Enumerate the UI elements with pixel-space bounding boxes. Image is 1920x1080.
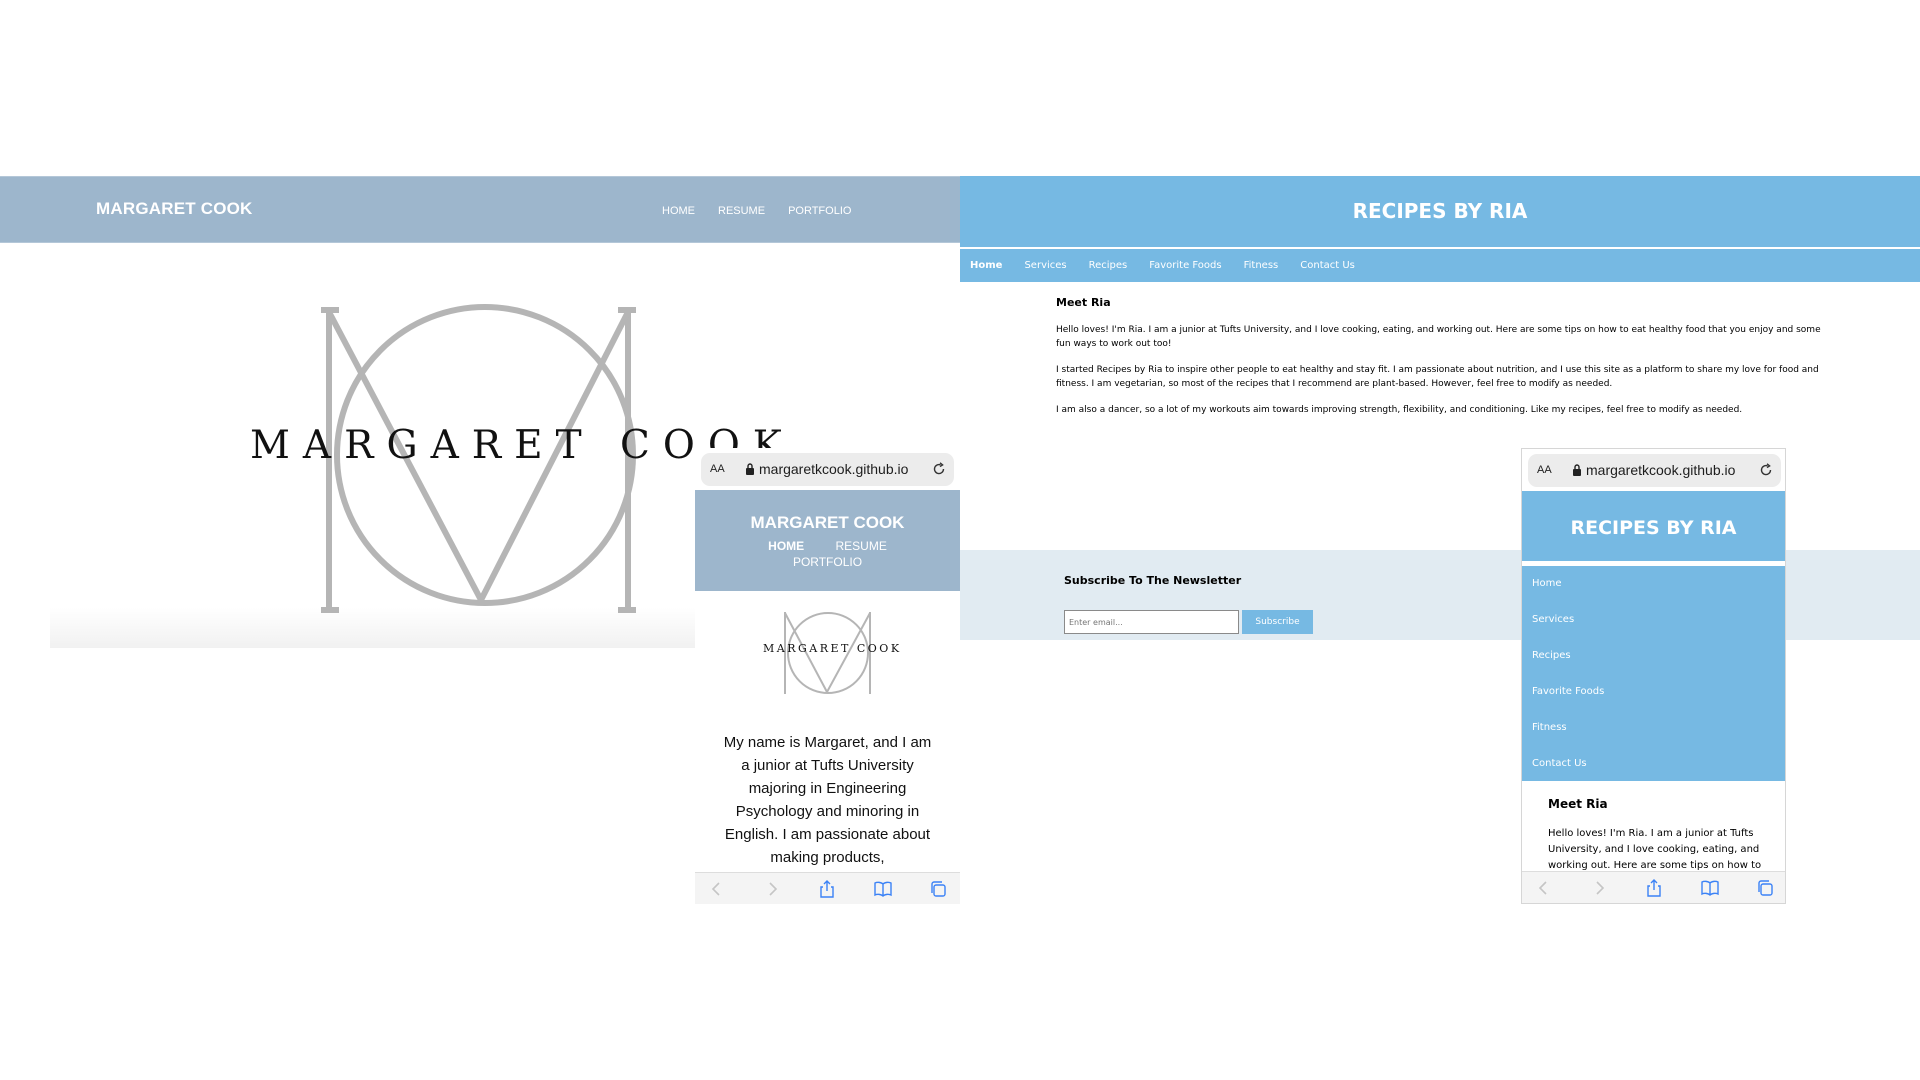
tabs-icon[interactable] xyxy=(929,880,947,898)
nav-portfolio[interactable]: PORTFOLIO xyxy=(788,205,851,217)
ria-mobile-view: AA margaretkcook.github.io RECIPES BY RI… xyxy=(1521,448,1786,904)
nav-resume[interactable]: RESUME xyxy=(836,539,887,553)
nav-home[interactable]: HOME xyxy=(662,205,695,217)
menu-item-fitness[interactable]: Fitness xyxy=(1522,720,1785,756)
newsletter-title: Subscribe To The Newsletter xyxy=(1064,574,1242,587)
email-input[interactable] xyxy=(1064,610,1239,634)
ria-header: RECIPES BY RIA xyxy=(960,176,1920,247)
mobile-paragraph: Hello loves! I'm Ria. I am a junior at T… xyxy=(1548,828,1762,871)
url-bar[interactable]: AA margaretkcook.github.io xyxy=(701,453,954,486)
ria-heading: Meet Ria xyxy=(1056,296,1111,309)
mobile-brand[interactable]: MARGARET COOK xyxy=(695,513,960,533)
margaret-header: MARGARET COOK HOME RESUME PORTFOLIO xyxy=(0,176,960,243)
back-icon[interactable] xyxy=(1535,879,1553,897)
forward-icon[interactable] xyxy=(763,880,781,898)
safari-toolbar xyxy=(1522,871,1785,903)
lock-icon xyxy=(746,463,754,475)
nav-portfolio[interactable]: PORTFOLIO xyxy=(695,555,960,569)
menu-item-favorite-foods[interactable]: Favorite Foods xyxy=(1522,684,1785,720)
nav-home[interactable]: HOME xyxy=(768,539,804,553)
mobile-nav: HOME RESUME xyxy=(695,539,960,553)
safari-toolbar xyxy=(695,872,960,904)
menu-item-recipes[interactable]: Recipes xyxy=(1522,648,1785,684)
nav-services[interactable]: Services xyxy=(1024,260,1066,271)
nav-favorite-foods[interactable]: Favorite Foods xyxy=(1149,260,1221,271)
ria-paragraph: I am also a dancer, so a lot of my worko… xyxy=(1056,405,1743,415)
nav-recipes[interactable]: Recipes xyxy=(1089,260,1128,271)
share-icon[interactable] xyxy=(1645,879,1663,897)
ria-content: Meet Ria Hello loves! I'm Ria. I am a ju… xyxy=(1056,296,1836,429)
bookmarks-icon[interactable] xyxy=(874,880,892,898)
reload-icon[interactable] xyxy=(1759,463,1773,477)
forward-icon[interactable] xyxy=(1590,879,1608,897)
nav-fitness[interactable]: Fitness xyxy=(1244,260,1279,271)
url-text[interactable]: margaretkcook.github.io xyxy=(1586,462,1735,478)
url-text[interactable]: margaretkcook.github.io xyxy=(759,461,908,477)
url-bar[interactable]: AA margaretkcook.github.io xyxy=(1528,454,1781,487)
back-icon[interactable] xyxy=(708,880,726,898)
mobile-menu: Home Services Recipes Favorite Foods Fit… xyxy=(1522,566,1785,781)
mobile-heading: Meet Ria xyxy=(1548,797,1608,811)
nav-resume[interactable]: RESUME xyxy=(718,205,765,217)
bookmarks-icon[interactable] xyxy=(1701,879,1719,897)
ria-nav: Home Services Recipes Favorite Foods Fit… xyxy=(960,249,1920,282)
margaret-mobile-view: AA margaretkcook.github.io MARGARET COOK… xyxy=(695,448,960,904)
mobile-logo-text: MARGARET COOK xyxy=(763,642,902,655)
menu-item-home[interactable]: Home xyxy=(1522,576,1785,612)
ria-paragraph: Hello loves! I'm Ria. I am a junior at T… xyxy=(1056,325,1821,349)
text-size-button[interactable]: AA xyxy=(1537,464,1552,476)
tabs-icon[interactable] xyxy=(1756,879,1774,897)
subscribe-button[interactable]: Subscribe xyxy=(1242,610,1313,634)
menu-item-services[interactable]: Services xyxy=(1522,612,1785,648)
menu-item-contact-us[interactable]: Contact Us xyxy=(1522,756,1785,792)
mobile-header: MARGARET COOK HOME RESUME PORTFOLIO xyxy=(695,490,960,591)
margaret-brand[interactable]: MARGARET COOK xyxy=(96,199,253,219)
mobile-header: RECIPES BY RIA xyxy=(1522,491,1785,564)
text-size-button[interactable]: AA xyxy=(710,463,725,475)
ria-title: RECIPES BY RIA xyxy=(1352,199,1528,223)
reload-icon[interactable] xyxy=(932,462,946,476)
nav-home[interactable]: Home xyxy=(970,260,1002,271)
ria-paragraph: I started Recipes by Ria to inspire othe… xyxy=(1056,365,1819,389)
bio-text: My name is Margaret, and I am a junior a… xyxy=(723,734,932,866)
lock-icon xyxy=(1573,464,1581,476)
margaret-nav: HOME RESUME PORTFOLIO xyxy=(662,205,851,217)
nav-contact-us[interactable]: Contact Us xyxy=(1300,260,1355,271)
mobile-title: RECIPES BY RIA xyxy=(1570,517,1737,539)
share-icon[interactable] xyxy=(818,880,836,898)
